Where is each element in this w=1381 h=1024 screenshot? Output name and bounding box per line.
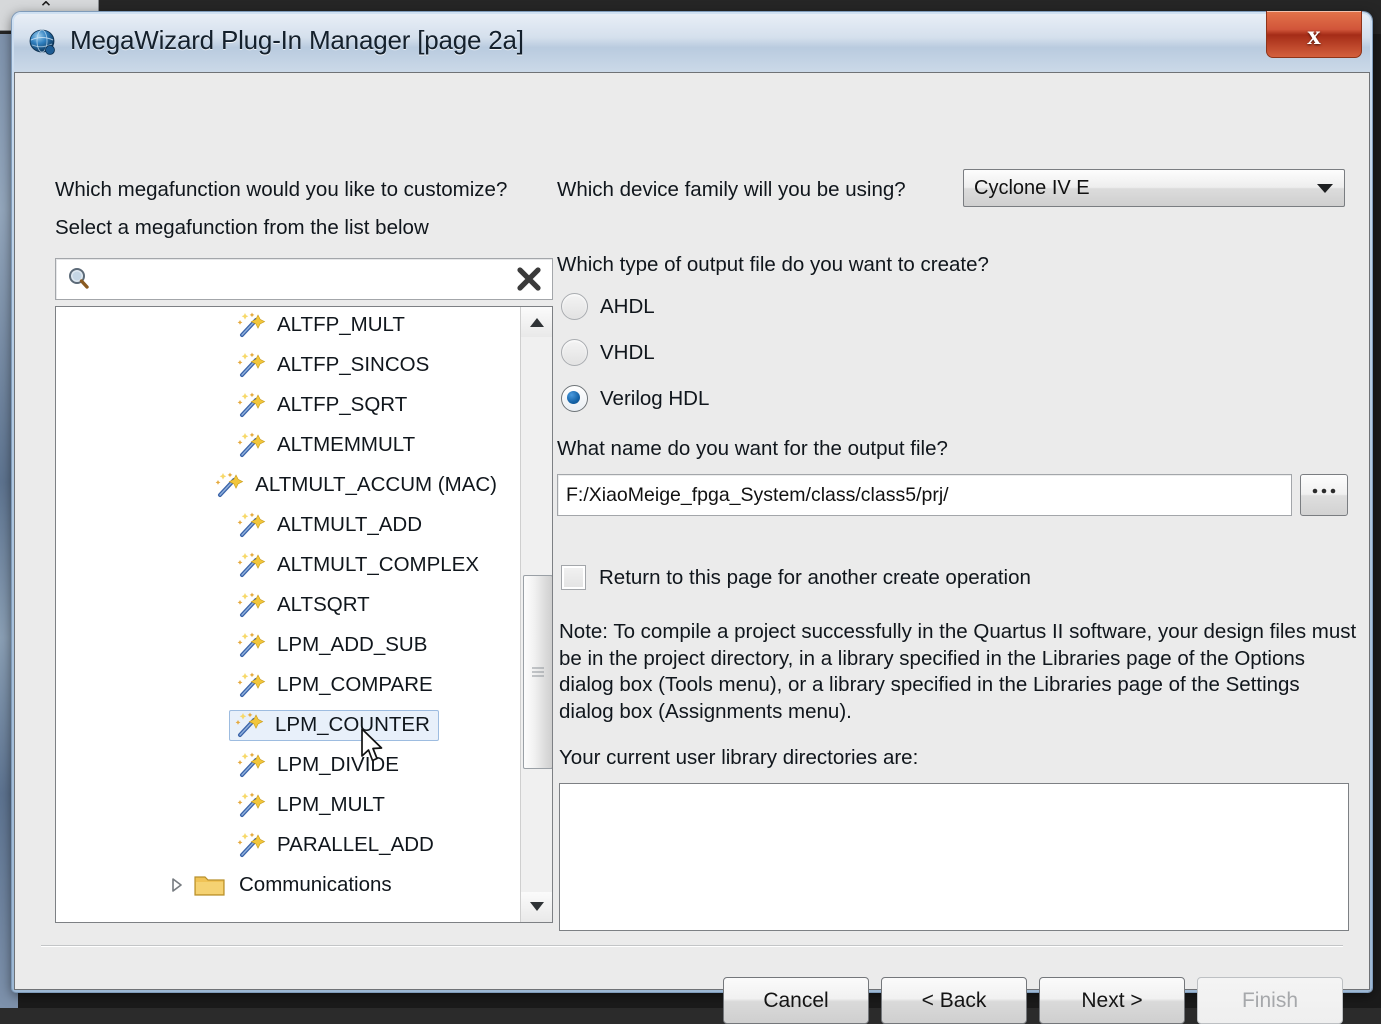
back-button[interactable]: < Back: [881, 977, 1027, 1024]
list-item[interactable]: LPM_ADD_SUB: [56, 625, 506, 665]
output-file-input[interactable]: [557, 474, 1292, 516]
cancel-button[interactable]: Cancel: [723, 977, 869, 1024]
list-item-label: ALTFP_SINCOS: [277, 352, 430, 376]
device-family-dropdown[interactable]: Cyclone IV E: [963, 169, 1345, 207]
list-item[interactable]: PARALLEL_ADD: [56, 825, 506, 865]
label-output-file-name: What name do you want for the output fil…: [557, 437, 948, 460]
megafunction-wand-icon: [234, 592, 268, 618]
prompt-select-megafunction: Select a megafunction from the list belo…: [55, 216, 429, 239]
megafunction-wand-icon: [234, 552, 268, 578]
folder-icon: [190, 873, 230, 898]
browse-button[interactable]: [1300, 474, 1348, 516]
megafunction-wand-icon: [232, 712, 266, 738]
list-item[interactable]: ALTFP_SINCOS: [56, 345, 506, 385]
megafunction-wand-icon: [234, 752, 268, 778]
list-item-label: ALTMULT_ACCUM (MAC): [255, 472, 497, 496]
megafunction-wand-icon: [234, 392, 268, 418]
label-output-file-type: Which type of output file do you want to…: [557, 253, 989, 276]
list-item-label: ALTMULT_COMPLEX: [277, 552, 480, 576]
list-item-label: LPM_MULT: [277, 792, 385, 816]
user-library-directories-list[interactable]: [559, 783, 1349, 931]
scroll-up-icon[interactable]: [521, 307, 552, 337]
window-title: MegaWizard Plug-In Manager [page 2a]: [70, 25, 524, 55]
quartus-globe-icon: [28, 28, 58, 58]
checkbox-mark-return-to-page: [561, 565, 586, 590]
megafunction-list[interactable]: ALTFP_MULT ALTFP_SINCOS ALTFP_SQRT ALTMEMMU…: [55, 306, 553, 923]
finish-button: Finish: [1197, 977, 1343, 1024]
radio-mark-verilog-hdl: [561, 385, 588, 412]
expand-arrow-icon[interactable]: [164, 877, 190, 893]
list-item-label: LPM_DIVIDE: [277, 752, 399, 776]
list-item-label: LPM_COMPARE: [277, 672, 433, 696]
megafunction-wand-icon: [234, 512, 268, 538]
megafunction-list-items: ALTFP_MULT ALTFP_SINCOS ALTFP_SQRT ALTMEMMU…: [56, 307, 506, 905]
megafunction-wand-icon: [212, 472, 246, 498]
list-item-selected[interactable]: LPM_COUNTER: [56, 705, 506, 745]
list-item-label: Communications: [239, 873, 392, 896]
list-item[interactable]: ALTFP_MULT: [56, 307, 506, 345]
list-item[interactable]: ALTFP_SQRT: [56, 385, 506, 425]
scroll-down-icon[interactable]: [521, 892, 552, 922]
label-user-library-directories: Your current user library directories ar…: [559, 746, 919, 769]
list-item-label: LPM_COUNTER: [275, 712, 430, 736]
close-button[interactable]: x: [1266, 11, 1362, 58]
ellipsis-icon: [1312, 488, 1336, 494]
list-item-folder[interactable]: Communications: [56, 865, 506, 905]
radio-mark-vhdl: [561, 339, 588, 366]
return-to-page-label: Return to this page for another create o…: [599, 565, 1031, 589]
list-item-label: ALTMULT_ADD: [277, 512, 423, 536]
title-bar[interactable]: MegaWizard Plug-In Manager [page 2a] x: [14, 11, 1370, 72]
chevron-down-icon: [1306, 182, 1344, 194]
close-icon: x: [1307, 20, 1321, 50]
list-item-label: ALTMEMMULT: [277, 432, 416, 456]
list-item-label: ALTSQRT: [277, 592, 370, 616]
search-input[interactable]: [96, 268, 506, 290]
scrollbar-thumb[interactable]: [523, 575, 552, 769]
list-item-label: LPM_ADD_SUB: [277, 632, 428, 656]
list-item[interactable]: LPM_DIVIDE: [56, 745, 506, 785]
radio-option-verilog-hdl[interactable]: Verilog HDL: [561, 385, 709, 412]
list-item-label: ALTFP_MULT: [277, 312, 405, 336]
megafunction-wand-icon: [234, 432, 268, 458]
return-to-page-checkbox[interactable]: Return to this page for another create o…: [561, 565, 1031, 590]
radio-option-vhdl[interactable]: VHDL: [561, 339, 655, 366]
list-item[interactable]: LPM_COMPARE: [56, 665, 506, 705]
list-item-label: ALTFP_SQRT: [277, 392, 408, 416]
list-item[interactable]: ALTMULT_ADD: [56, 505, 506, 545]
list-item[interactable]: ALTMEMMULT: [56, 425, 506, 465]
megafunction-wand-icon: [234, 352, 268, 378]
list-item[interactable]: ALTSQRT: [56, 585, 506, 625]
list-scrollbar[interactable]: [520, 307, 552, 922]
list-item-label: PARALLEL_ADD: [277, 832, 434, 856]
radio-label-vhdl: VHDL: [600, 340, 655, 364]
device-family-value: Cyclone IV E: [974, 176, 1090, 199]
output-file-row: [557, 474, 1357, 516]
footer-buttons: Cancel < Back Next > Finish: [15, 977, 1343, 1024]
megafunction-wand-icon: [234, 792, 268, 818]
compile-note-text: Note: To compile a project successfully …: [559, 620, 1357, 723]
list-item[interactable]: ALTMULT_COMPLEX: [56, 545, 506, 585]
radio-mark-ahdl: [561, 293, 588, 320]
label-device-family: Which device family will you be using?: [557, 178, 906, 201]
megafunction-wand-icon: [234, 672, 268, 698]
megafunction-wand-icon: [234, 312, 268, 338]
clear-search-icon[interactable]: [506, 264, 552, 294]
radio-option-ahdl[interactable]: AHDL: [561, 293, 655, 320]
footer-separator: [41, 945, 1343, 947]
dialog-client-area: Which megafunction would you like to cus…: [14, 72, 1370, 1024]
prompt-customize-megafunction: Which megafunction would you like to cus…: [55, 178, 508, 201]
megafunction-wand-icon: [234, 832, 268, 858]
radio-label-ahdl: AHDL: [600, 294, 655, 318]
megafunction-wand-icon: [234, 632, 268, 658]
search-box[interactable]: [55, 258, 553, 300]
scrollbar-grip-icon: [532, 667, 544, 677]
list-item[interactable]: LPM_MULT: [56, 785, 506, 825]
list-item[interactable]: ALTMULT_ACCUM (MAC): [56, 465, 506, 505]
radio-label-verilog-hdl: Verilog HDL: [600, 386, 710, 410]
next-button[interactable]: Next >: [1039, 977, 1185, 1024]
search-icon: [62, 266, 96, 292]
megawizard-window: MegaWizard Plug-In Manager [page 2a] x W…: [12, 11, 1372, 1024]
